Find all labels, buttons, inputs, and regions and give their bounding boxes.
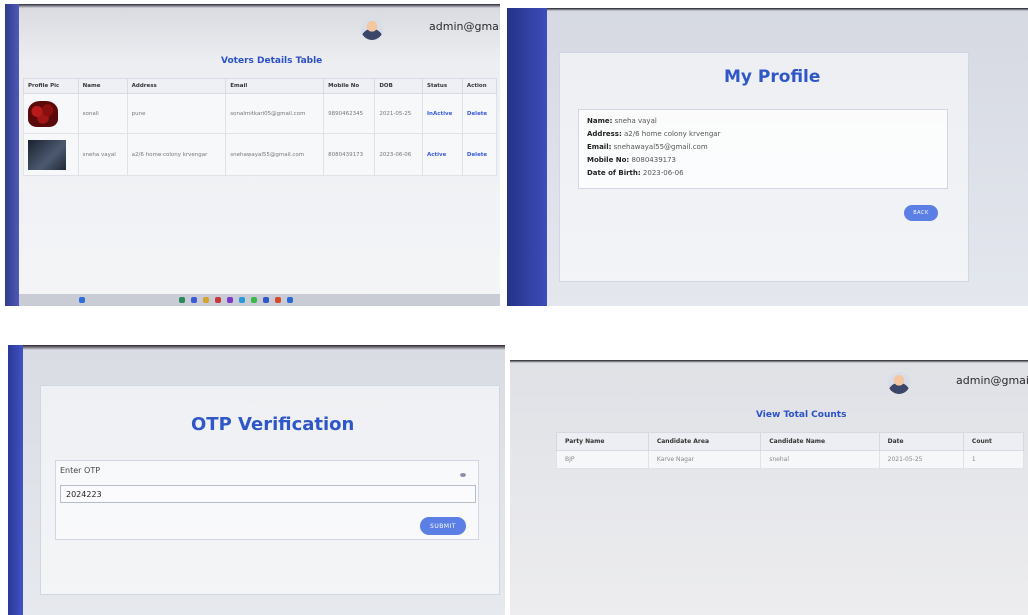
screenshot-collage: admin@gmail.c Voters Details Table Profi…	[0, 0, 1028, 615]
back-button[interactable]: BACK	[904, 205, 938, 221]
admin-email[interactable]: admin@gmail.co	[956, 374, 1028, 387]
col-header: Candidate Name	[760, 432, 880, 451]
user-avatar-icon[interactable]	[888, 372, 910, 394]
taskbar-app-icon[interactable]	[179, 297, 185, 303]
col-header: Party Name	[556, 432, 649, 451]
profile-pic-image	[28, 139, 66, 170]
taskbar-app-icon[interactable]	[227, 297, 233, 303]
profile-title: My Profile	[724, 67, 821, 87]
delete-link[interactable]: Delete	[461, 133, 498, 176]
dob-cell: 2021-05-25	[374, 93, 423, 134]
col-header: DOB	[374, 78, 423, 94]
top-bar: admin@gmail.c	[19, 10, 500, 46]
profile-field-dob: Date of Birth: 2023-06-06	[587, 169, 684, 177]
user-avatar-icon[interactable]	[361, 18, 383, 40]
otp-input[interactable]	[60, 485, 476, 503]
col-header: Address	[126, 78, 227, 94]
table-header-row: Profile Pic Name Address Email Mobile No…	[23, 78, 498, 94]
top-bar: admin@gmail.co	[540, 366, 1028, 402]
mobile-cell: 9890462345	[323, 93, 376, 134]
taskbar-app-icon[interactable]	[251, 297, 257, 303]
date-cell: 2021-05-25	[878, 450, 964, 469]
name-cell: sneha vayal	[77, 133, 128, 176]
col-header: Status	[421, 78, 463, 94]
sidebar-edge	[5, 4, 19, 306]
col-header: Date	[878, 432, 964, 451]
candidate-cell: snehal	[760, 450, 880, 469]
voters-table-title: Voters Details Table	[221, 56, 323, 66]
email-cell: sonalmitkari05@gmail.com	[225, 93, 325, 134]
taskbar-app-icon[interactable]	[215, 297, 221, 303]
admin-email[interactable]: admin@gmail.c	[429, 20, 500, 33]
status-toggle-link[interactable]: Active	[421, 133, 463, 176]
table-row: BJP Karve Nagar snehal 2021-05-25 1	[556, 450, 1025, 469]
col-header: Profile Pic	[23, 78, 79, 94]
otp-title: OTP Verification	[191, 414, 355, 435]
counts-table-title: View Total Counts	[756, 410, 847, 420]
profile-details: Name: sneha vayal Address: a2/6 home col…	[587, 115, 720, 180]
submit-button[interactable]: SUBMIT	[420, 517, 466, 535]
otp-form-box: Enter OTP SUBMIT	[55, 460, 479, 540]
eye-icon[interactable]	[460, 473, 466, 477]
dob-cell: 2023-06-06	[374, 133, 423, 176]
col-header: Candidate Area	[647, 432, 762, 451]
otp-verification-screen: OTP Verification Enter OTP SUBMIT	[8, 345, 505, 615]
taskbar-app-icon[interactable]	[191, 297, 197, 303]
counts-table: Party Name Candidate Area Candidate Name…	[556, 432, 1025, 469]
profile-pic-image	[28, 100, 58, 127]
count-cell: 1	[962, 450, 1025, 469]
address-cell: pune	[126, 93, 227, 134]
table-row: sneha vayal a2/6 home colony krvengar sn…	[23, 133, 498, 176]
address-cell: a2/6 home colony krvengar	[126, 133, 227, 176]
profile-field-address: Address: a2/6 home colony krvengar	[587, 130, 721, 138]
col-header: Name	[77, 78, 128, 94]
profile-field-name: Name: sneha vayal	[587, 117, 657, 125]
profile-card: My Profile Name: sneha vayal Address: a2…	[559, 52, 969, 282]
col-header: Mobile No	[323, 78, 376, 94]
taskbar-app-icon[interactable]	[239, 297, 245, 303]
otp-label: Enter OTP	[60, 466, 101, 475]
profile-details-box: Name: sneha vayal Address: a2/6 home col…	[578, 109, 948, 189]
my-profile-screen: My Profile Name: sneha vayal Address: a2…	[507, 8, 1028, 306]
profile-pic-cell	[23, 133, 79, 176]
mobile-cell: 8080439173	[323, 133, 376, 176]
taskbar-app-icon[interactable]	[287, 297, 293, 303]
sidebar-edge	[8, 345, 23, 615]
total-counts-screen: admin@gmail.co View Total Counts Party N…	[510, 360, 1028, 615]
sidebar-edge	[507, 8, 547, 306]
profile-field-mobile: Mobile No: 8080439173	[587, 156, 677, 164]
profile-field-email: Email: snehawayal55@gmail.com	[587, 143, 708, 151]
name-cell: sonali	[77, 93, 128, 134]
status-toggle-link[interactable]: InActive	[421, 93, 463, 134]
email-cell: snehawayal55@gmail.com	[225, 133, 325, 176]
os-taskbar	[19, 294, 500, 306]
voters-details-screen: admin@gmail.c Voters Details Table Profi…	[5, 4, 500, 306]
voters-table: Profile Pic Name Address Email Mobile No…	[23, 78, 498, 176]
col-header: Action	[461, 78, 498, 94]
table-row: sonali pune sonalmitkari05@gmail.com 989…	[23, 93, 498, 134]
delete-link[interactable]: Delete	[461, 93, 498, 134]
otp-card: OTP Verification Enter OTP SUBMIT	[40, 385, 500, 595]
party-cell: BJP	[556, 450, 649, 469]
area-cell: Karve Nagar	[647, 450, 762, 469]
taskbar-app-icon[interactable]	[263, 297, 269, 303]
col-header: Email	[225, 78, 325, 94]
taskbar-app-icon[interactable]	[275, 297, 281, 303]
taskbar-app-icon[interactable]	[203, 297, 209, 303]
profile-pic-cell	[23, 93, 79, 134]
table-header-row: Party Name Candidate Area Candidate Name…	[556, 432, 1025, 451]
start-icon[interactable]	[79, 297, 85, 303]
col-header: Count	[962, 432, 1025, 451]
